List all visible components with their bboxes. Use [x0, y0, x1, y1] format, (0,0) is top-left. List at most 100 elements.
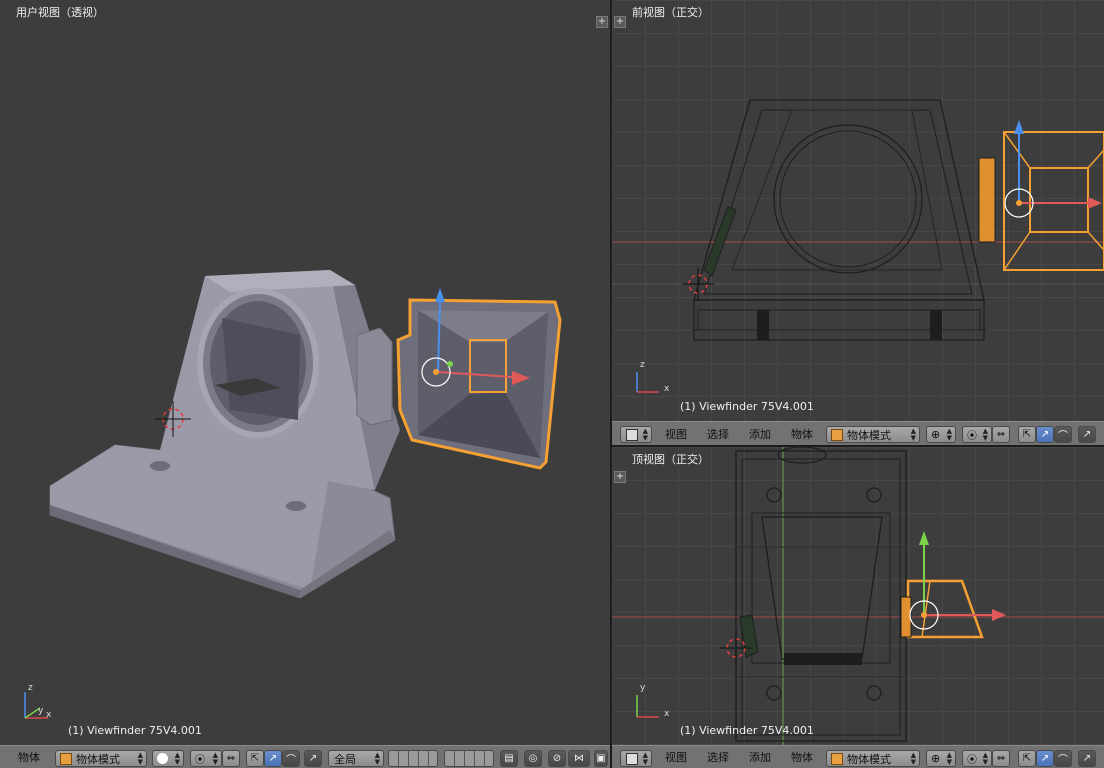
base-hole	[150, 461, 170, 471]
pivot-icon: ⦿	[967, 431, 977, 442]
mode-select-label: 物体模式	[847, 428, 891, 442]
axis-label-y: y	[38, 706, 44, 716]
dropdown-arrows-icon: ▲ ▼	[642, 751, 648, 766]
cube-icon	[831, 428, 843, 441]
lens-inner	[222, 318, 300, 420]
translate-widget-button[interactable]: ⇱	[246, 750, 264, 767]
curve-icon: ⌒	[1058, 431, 1068, 442]
menu-add[interactable]: 添加	[749, 422, 771, 445]
shading-select[interactable]: ⊕ ▲ ▼	[926, 426, 956, 443]
x-arrow-icon	[992, 609, 1006, 621]
active-object-info: (1) Viewfinder 75V4.001	[68, 724, 202, 737]
menu-select[interactable]: 选择	[707, 746, 729, 768]
translate-widget-button[interactable]: ⇱	[1018, 750, 1036, 767]
scale-widget-button[interactable]: ⌒	[282, 750, 300, 767]
dropdown-arrows-icon: ▲ ▼	[374, 751, 380, 766]
manipulator-toggle[interactable]: ⇔	[992, 750, 1010, 767]
menu-select[interactable]: 选择	[707, 422, 729, 445]
orientation-select[interactable]: 全局 ▲ ▼	[328, 750, 384, 767]
scale-widget-button[interactable]: ⌒	[1054, 750, 1072, 767]
rotate-widget-button[interactable]: ↗	[1036, 750, 1054, 767]
editor-type-select[interactable]: ▲ ▼	[620, 750, 652, 767]
z-arrow-icon	[435, 288, 445, 302]
mode-select[interactable]: 物体模式 ▲ ▼	[826, 750, 920, 767]
menu-object[interactable]: 物体	[18, 746, 40, 768]
axis-label-x: x	[46, 710, 52, 720]
menu-object[interactable]: 物体	[791, 746, 813, 768]
translate-icon: ⇱	[250, 753, 260, 764]
manipulator-toggle[interactable]: ⇔	[222, 750, 240, 767]
header-front: ▲ ▼ 视图 选择 添加 物体 物体模式 ▲ ▼ ⊕ ▲ ▼ ⦿ ▲ ▼ ⇔ ⇱ ↗ ⌒…	[612, 421, 1104, 445]
arrow-icon: ↗	[1040, 429, 1050, 440]
manipulator-icon: ⇔	[996, 429, 1006, 440]
translate-icon: ⇱	[1022, 429, 1032, 440]
render-layer-button[interactable]: ▤	[500, 750, 518, 767]
mode-select[interactable]: 物体模式 ▲ ▼	[826, 426, 920, 443]
manipulator-toggle[interactable]: ⇔	[992, 426, 1010, 443]
scene-top-wireframe	[612, 447, 1104, 745]
pivot-point-select[interactable]: ⦿ ▲ ▼	[190, 750, 222, 767]
proportional-edit-button[interactable]: ◎	[524, 750, 542, 767]
dropdown-arrows-icon: ▲ ▼	[946, 427, 952, 442]
scale-widget-button[interactable]: ⌒	[1054, 426, 1072, 443]
layer-buttons-group-2[interactable]	[444, 750, 494, 767]
axis-label-x: x	[664, 384, 670, 394]
active-object-info: (1) Viewfinder 75V4.001	[680, 724, 814, 737]
axis-gizmo-icon	[636, 372, 659, 393]
curve-icon: ⌒	[286, 755, 296, 766]
menu-add[interactable]: 添加	[749, 746, 771, 768]
viewport-top-ortho[interactable]: 顶视图（正交） + y x (1) Viewfinder 75V4.001	[612, 447, 1104, 745]
axis-label-z: z	[28, 683, 33, 693]
3d-view-icon	[626, 752, 638, 765]
snap-element-button[interactable]: ⋈	[568, 750, 590, 767]
3d-view-icon	[626, 428, 638, 441]
scene-front-wireframe	[612, 99, 1104, 393]
pivot-icon: ⦿	[195, 755, 205, 766]
mode-select[interactable]: 物体模式 ▲ ▼	[55, 750, 147, 767]
layer-buttons-group-1[interactable]	[388, 750, 438, 767]
dropdown-arrows-icon: ▲ ▼	[982, 427, 988, 442]
target-icon: ◎	[528, 753, 538, 764]
translate-icon: ⇱	[1022, 753, 1032, 764]
dropdown-arrows-icon: ▲ ▼	[982, 751, 988, 766]
globe-icon: ⊕	[931, 752, 941, 765]
object-origin	[433, 369, 439, 375]
viewport-front-ortho[interactable]: 前视图（正交） + z x (1) Viewfinder 75V4.001	[612, 0, 1104, 421]
cube-icon	[831, 752, 843, 765]
shading-select[interactable]: ⊕ ▲ ▼	[926, 750, 956, 767]
axis-gizmo-icon	[24, 692, 48, 719]
editor-type-select[interactable]: ▲ ▼	[620, 426, 652, 443]
rotate-widget-button[interactable]: ↗	[1036, 426, 1054, 443]
shading-select[interactable]: ▲ ▼	[152, 750, 184, 767]
render-preview-button[interactable]: ▣	[594, 750, 608, 767]
z-arrow-icon	[1014, 120, 1024, 134]
cube-icon	[60, 752, 72, 765]
sphere-icon	[157, 753, 168, 764]
arrow-icon: ↗	[1040, 753, 1050, 764]
dropdown-arrows-icon: ▲ ▼	[212, 751, 218, 766]
transform-orientation-button[interactable]: ↗	[1078, 426, 1096, 443]
rotate-widget-button[interactable]: ↗	[264, 750, 282, 767]
menu-object[interactable]: 物体	[791, 422, 813, 445]
mode-select-label: 物体模式	[76, 752, 120, 766]
transform-orientation-button[interactable]: ↗	[1078, 750, 1096, 767]
dropdown-arrows-icon: ▲ ▼	[910, 427, 916, 442]
layers-icon: ▤	[504, 753, 514, 764]
scene-perspective	[24, 270, 562, 719]
camera-icon: ▣	[596, 753, 606, 764]
magnet-icon: ⊘	[552, 753, 562, 764]
menu-view[interactable]: 视图	[665, 746, 687, 768]
dropdown-arrows-icon: ▲ ▼	[137, 751, 143, 766]
header-bottom-left: 物体 物体模式 ▲ ▼ ▲ ▼ ⦿ ▲ ▼ ⇔ ⇱ ↗ ⌒ ↗ 全局 ▲ ▼ ▤ ◎ ⊘…	[0, 745, 610, 768]
pivot-point-select[interactable]: ⦿ ▲ ▼	[962, 426, 992, 443]
translate-widget-button[interactable]: ⇱	[1018, 426, 1036, 443]
viewport-user-perspective[interactable]: 用户视图（透视） + z y x (1) Viewfinder 75V4.001	[0, 0, 610, 745]
manipulator-icon: ⇔	[226, 753, 236, 764]
snap-button[interactable]: ⊘	[548, 750, 566, 767]
menu-view[interactable]: 视图	[665, 422, 687, 445]
transform-orientation-button[interactable]: ↗	[304, 750, 322, 767]
x-arrow-icon	[1088, 197, 1102, 209]
orientation-icon: ↗	[1082, 753, 1092, 764]
globe-icon: ⊕	[931, 428, 941, 441]
pivot-point-select[interactable]: ⦿ ▲ ▼	[962, 750, 992, 767]
